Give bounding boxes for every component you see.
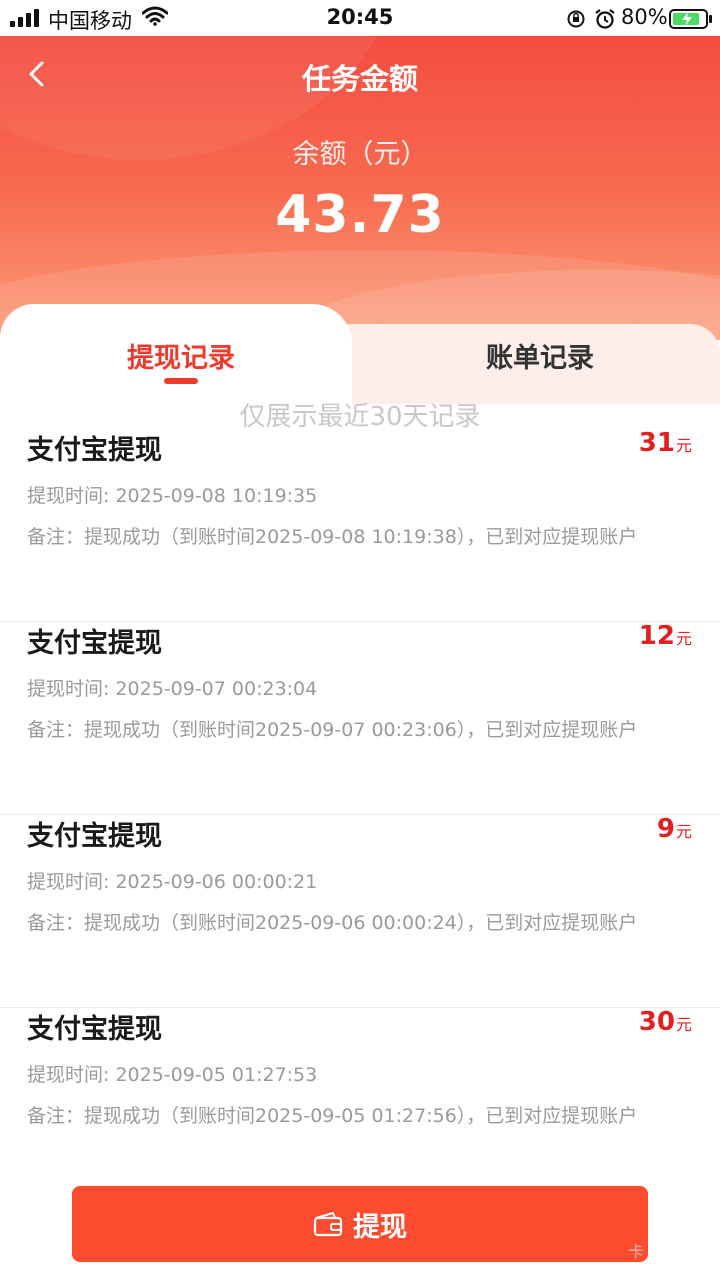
record-name: 支付宝提现 bbox=[27, 1014, 162, 1045]
record-time: 提现时间: 2025-09-06 00:00:21 bbox=[27, 871, 318, 893]
rotation-lock-icon bbox=[567, 10, 585, 28]
list-item[interactable]: 支付宝提现 31元 提现时间: 2025-09-08 10:19:35 备注：提… bbox=[0, 428, 720, 622]
balance-label: 余额（元） bbox=[292, 139, 428, 170]
record-amount: 9元 bbox=[656, 814, 692, 844]
record-name: 支付宝提现 bbox=[27, 821, 162, 852]
record-note: 备注：提现成功（到账时间2025-09-06 00:00:24），已到对应提现账… bbox=[27, 912, 638, 934]
alarm-icon bbox=[595, 9, 615, 29]
withdraw-button-label: 提现 bbox=[353, 1211, 407, 1243]
list-item[interactable]: 支付宝提现 12元 提现时间: 2025-09-07 00:23:04 备注：提… bbox=[0, 621, 720, 815]
record-note: 备注：提现成功（到账时间2025-09-05 01:27:56），已到对应提现账… bbox=[27, 1105, 638, 1127]
battery-icon bbox=[669, 9, 712, 29]
record-name: 支付宝提现 bbox=[27, 435, 162, 466]
tab-active-indicator bbox=[164, 378, 198, 384]
tab-bill-label: 账单记录 bbox=[486, 343, 594, 374]
watermark: 卡 bbox=[628, 1242, 645, 1261]
page-title: 任务金额 bbox=[301, 62, 418, 96]
withdraw-button[interactable]: 提现 bbox=[72, 1186, 648, 1262]
tab-withdraw-label: 提现记录 bbox=[127, 343, 235, 374]
record-name: 支付宝提现 bbox=[27, 628, 162, 659]
tab-withdraw-records[interactable]: 提现记录 bbox=[0, 304, 352, 404]
record-time: 提现时间: 2025-09-05 01:27:53 bbox=[27, 1064, 318, 1086]
record-time: 提现时间: 2025-09-07 00:23:04 bbox=[27, 678, 318, 700]
list-item[interactable]: 支付宝提现 9元 提现时间: 2025-09-06 00:00:21 备注：提现… bbox=[0, 814, 720, 1008]
record-note: 备注：提现成功（到账时间2025-09-07 00:23:06），已到对应提现账… bbox=[27, 719, 638, 741]
record-amount: 31元 bbox=[638, 428, 692, 458]
balance-value: 43.73 bbox=[275, 185, 445, 245]
record-amount: 12元 bbox=[638, 621, 692, 651]
battery-percent: 80% bbox=[621, 5, 668, 29]
wallet-icon bbox=[313, 1212, 343, 1237]
list-item[interactable]: 支付宝提现 30元 提现时间: 2025-09-05 01:27:53 备注：提… bbox=[0, 1007, 720, 1201]
status-bar: 中国移动 20:45 80% bbox=[0, 0, 720, 36]
record-note: 备注：提现成功（到账时间2025-09-08 10:19:38），已到对应提现账… bbox=[27, 526, 638, 548]
record-time: 提现时间: 2025-09-08 10:19:35 bbox=[27, 485, 318, 507]
record-amount: 30元 bbox=[638, 1007, 692, 1037]
